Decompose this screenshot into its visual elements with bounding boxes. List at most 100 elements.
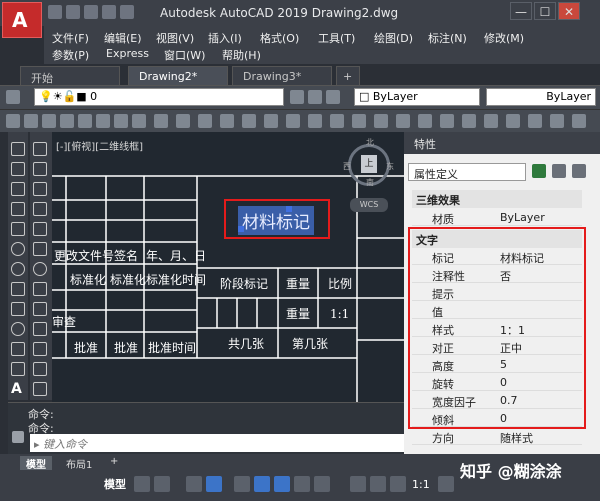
redo-icon[interactable] — [120, 5, 134, 19]
stretch-icon[interactable] — [33, 302, 47, 316]
annotation-visibility-icon[interactable] — [370, 476, 386, 492]
command-input[interactable]: ▸ 键入命令 — [30, 434, 404, 452]
grid-icon[interactable] — [134, 476, 150, 492]
property-row[interactable]: 材质 ByLayer — [412, 209, 582, 226]
mirror-icon[interactable] — [33, 182, 47, 196]
open-icon[interactable] — [66, 5, 80, 19]
revision-cloud-icon[interactable] — [11, 282, 25, 296]
ortho-icon[interactable] — [186, 476, 202, 492]
selection-cycling-icon[interactable] — [350, 476, 366, 492]
customize-icon[interactable] — [12, 431, 24, 443]
baseline-icon[interactable] — [176, 114, 190, 128]
tab-drawing3[interactable]: Drawing3* — [232, 66, 332, 86]
copy-icon[interactable] — [33, 162, 47, 176]
color-dropdown[interactable]: □ ByLayer — [354, 88, 480, 106]
viewcube-face[interactable]: 上 — [361, 155, 377, 173]
model-space-button[interactable]: 模型 — [104, 476, 126, 492]
property-row-oblique[interactable]: 倾斜 0 — [412, 410, 582, 427]
center-mark-icon[interactable] — [286, 114, 300, 128]
section-text[interactable]: 文字 — [412, 230, 582, 248]
quick-dim-icon[interactable] — [154, 114, 168, 128]
property-row-width-factor[interactable]: 宽度因子 0.7 — [412, 392, 582, 409]
spell-icon[interactable] — [528, 114, 542, 128]
offset-icon[interactable] — [33, 202, 47, 216]
menu-parametric[interactable]: 参数(P) — [52, 47, 89, 63]
line-icon[interactable] — [11, 142, 25, 156]
find-text-icon[interactable] — [506, 114, 520, 128]
object-type-dropdown[interactable]: 属性定义 — [408, 163, 526, 181]
property-row-rotation[interactable]: 旋转 0 — [412, 374, 582, 391]
auto-scale-icon[interactable] — [390, 476, 406, 492]
property-row-annotative[interactable]: 注释性否 — [412, 266, 582, 283]
grip-handle[interactable] — [238, 226, 244, 232]
menu-view[interactable]: 视图(V) — [156, 30, 194, 46]
rectangle-icon[interactable] — [11, 222, 25, 236]
undo-icon[interactable] — [102, 5, 116, 19]
mtext-icon[interactable] — [484, 114, 498, 128]
dim-override-icon[interactable] — [440, 114, 454, 128]
polar-icon[interactable] — [206, 476, 222, 492]
tab-model[interactable]: 模型 — [20, 456, 52, 471]
property-row-direction[interactable]: 方向 随样式 — [412, 428, 582, 445]
property-row-value[interactable]: 值 — [412, 302, 582, 319]
radius-icon[interactable] — [78, 114, 92, 128]
inspect-icon[interactable] — [308, 114, 322, 128]
menu-file[interactable]: 文件(F) — [52, 30, 89, 46]
circle-icon[interactable] — [11, 262, 25, 276]
menu-window[interactable]: 窗口(W) — [164, 47, 205, 63]
arc-icon[interactable] — [11, 242, 25, 256]
layer-isolate-icon[interactable] — [326, 90, 340, 104]
continue-icon[interactable] — [198, 114, 212, 128]
break-icon[interactable] — [242, 114, 256, 128]
array-icon[interactable] — [33, 222, 47, 236]
dim-edit-icon[interactable] — [352, 114, 366, 128]
scale-icon[interactable] — [33, 282, 47, 296]
dim-style-icon[interactable] — [418, 114, 432, 128]
tolerance-icon[interactable] — [264, 114, 278, 128]
application-menu-button[interactable]: A — [2, 2, 42, 38]
erase-icon[interactable] — [33, 142, 47, 156]
property-row-height[interactable]: 高度 5 — [412, 356, 582, 373]
maximize-button[interactable]: ☐ — [534, 2, 556, 20]
isodraft-icon[interactable] — [234, 476, 250, 492]
chamfer-icon[interactable] — [33, 362, 47, 376]
drawing-canvas[interactable]: [-][俯视][二维线框] 更改文件号 签名 年、月、日 标准化 标准化 标准化… — [52, 132, 404, 402]
menu-help[interactable]: 帮助(H) — [222, 47, 261, 63]
tab-layout1[interactable]: 布局1 — [60, 456, 98, 471]
text-icon[interactable]: A — [11, 382, 25, 396]
diameter-icon[interactable] — [114, 114, 128, 128]
workspace-gear-icon[interactable] — [438, 476, 454, 492]
new-icon[interactable] — [48, 5, 62, 19]
linear-dim-icon[interactable] — [6, 114, 20, 128]
layer-dropdown[interactable]: 💡☀🔓■ 0 — [34, 88, 284, 106]
close-button[interactable]: ✕ — [558, 2, 580, 20]
save-icon[interactable] — [84, 5, 98, 19]
layer-prev-icon[interactable] — [290, 90, 304, 104]
justify-text-icon[interactable] — [572, 114, 586, 128]
menu-express[interactable]: Express — [106, 47, 149, 60]
snap-icon[interactable] — [154, 476, 170, 492]
layer-match-icon[interactable] — [308, 90, 322, 104]
selected-attribute-text[interactable]: 材料标记 — [238, 206, 314, 235]
polygon-icon[interactable] — [11, 202, 25, 216]
insert-block-icon[interactable] — [11, 342, 25, 356]
scale-text-icon[interactable] — [550, 114, 564, 128]
add-layout-button[interactable]: + — [104, 456, 124, 470]
angular-icon[interactable] — [132, 114, 146, 128]
transparency-icon[interactable] — [314, 476, 330, 492]
dim-text-edit-icon[interactable] — [374, 114, 388, 128]
move-icon[interactable] — [33, 242, 47, 256]
lineweight-icon[interactable] — [294, 476, 310, 492]
toggle-pickadd-icon[interactable] — [532, 164, 546, 178]
text-icon[interactable] — [462, 114, 476, 128]
aligned-dim-icon[interactable] — [24, 114, 38, 128]
property-row-prompt[interactable]: 提示 — [412, 284, 582, 301]
ordinate-icon[interactable] — [60, 114, 74, 128]
linetype-dropdown[interactable]: ByLayer — [486, 88, 596, 106]
jogged-icon[interactable] — [96, 114, 110, 128]
layer-manager-icon[interactable] — [6, 90, 20, 104]
viewcube[interactable]: 上 北 南 东 西 — [343, 138, 394, 187]
quick-select-icon[interactable] — [572, 164, 586, 178]
select-objects-icon[interactable] — [552, 164, 566, 178]
new-tab-button[interactable]: + — [336, 66, 360, 86]
